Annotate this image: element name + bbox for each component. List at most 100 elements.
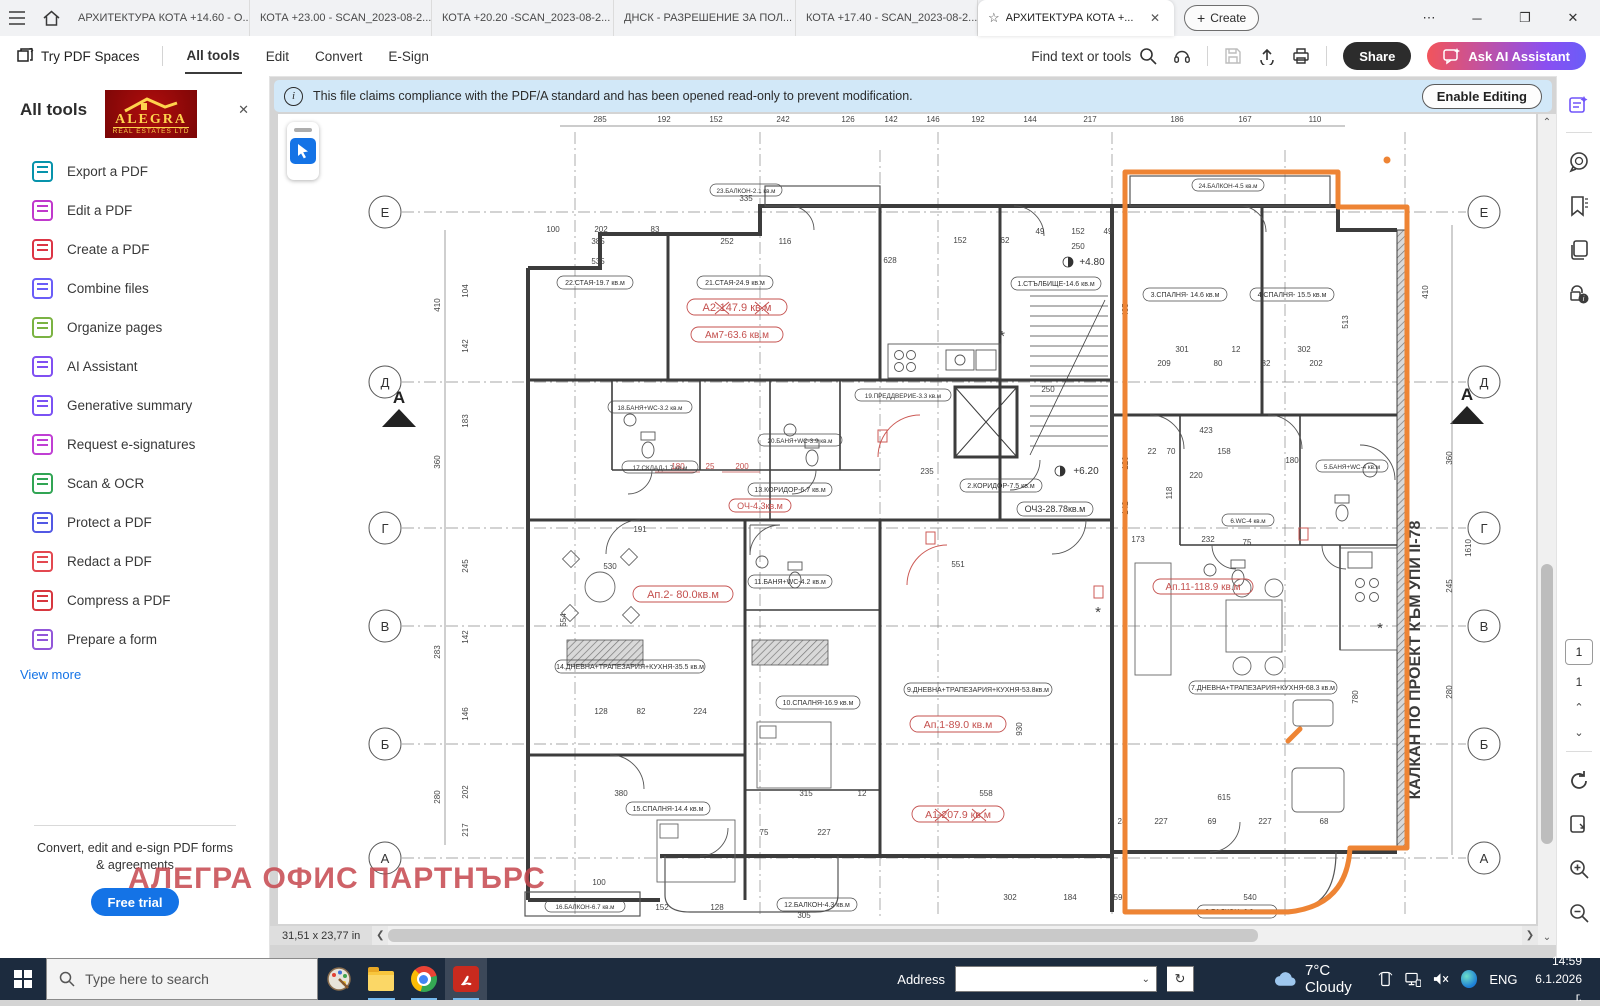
tool-combine-files[interactable]: Combine files — [0, 269, 269, 308]
horizontal-scroll-thumb[interactable] — [388, 929, 1258, 942]
taskbar-acrobat-icon[interactable] — [445, 958, 487, 1000]
tab-document-active[interactable]: ☆ АРХИТЕКТУРА КОТА +... ✕ — [978, 0, 1174, 36]
scroll-right-icon[interactable]: ❯ — [1522, 926, 1538, 945]
address-input[interactable]: ⌄ — [955, 966, 1157, 992]
vertical-scrollbar[interactable]: ⌃ ⌄ — [1538, 114, 1556, 945]
svg-text:423: 423 — [1199, 426, 1213, 435]
taskbar-search-input[interactable]: Type here to search — [46, 958, 318, 1000]
page-number-input[interactable]: 1 — [1565, 639, 1593, 665]
read-aloud-icon[interactable] — [1173, 47, 1191, 65]
pdf-spaces-button[interactable]: Try PDF Spaces — [16, 47, 140, 65]
save-icon[interactable] — [1224, 47, 1242, 65]
taskbar-chrome-icon[interactable] — [403, 958, 445, 1000]
generative-summary-rail-icon[interactable] — [1564, 90, 1594, 120]
tool-scan-ocr[interactable]: Scan & OCR — [0, 464, 269, 503]
scroll-up-icon[interactable]: ⌃ — [1538, 114, 1556, 130]
horizontal-scrollbar[interactable] — [388, 926, 1522, 945]
tool-request-esignatures[interactable]: Request e-signatures — [0, 425, 269, 464]
tool-export-pdf[interactable]: Export a PDF — [0, 152, 269, 191]
drag-handle[interactable] — [294, 128, 312, 132]
nav-convert[interactable]: Convert — [313, 40, 364, 73]
tool-organize-pages[interactable]: Organize pages — [0, 308, 269, 347]
select-tool-button[interactable] — [290, 138, 316, 164]
fit-page-icon[interactable] — [1564, 810, 1594, 840]
chevron-down-icon[interactable]: ⌄ — [1136, 974, 1156, 985]
upload-share-icon[interactable] — [1258, 47, 1276, 65]
next-page-icon[interactable]: ⌄ — [1574, 726, 1583, 739]
scroll-down-icon[interactable]: ⌄ — [1538, 929, 1556, 945]
ask-ai-assistant-button[interactable]: Ask AI Assistant — [1427, 42, 1586, 70]
print-icon[interactable] — [1292, 47, 1310, 65]
zoom-out-icon[interactable] — [1564, 898, 1594, 928]
logo-text: ALEGRA — [115, 113, 187, 126]
create-tab-button[interactable]: + Create — [1184, 5, 1259, 31]
taskbar-clock[interactable]: 14:59 6.1.2026 г. — [1530, 952, 1591, 1006]
close-tab-icon[interactable]: ✕ — [1146, 9, 1164, 27]
enable-editing-button[interactable]: Enable Editing — [1422, 84, 1542, 109]
comments-icon[interactable] — [1564, 147, 1594, 177]
vertical-scroll-thumb[interactable] — [1541, 564, 1553, 844]
share-button[interactable]: Share — [1343, 42, 1411, 70]
search-icon — [59, 971, 75, 987]
ai-assistant-icon — [32, 356, 53, 377]
rotate-page-icon[interactable] — [1564, 766, 1594, 796]
tool-protect-pdf[interactable]: Protect a PDF — [0, 503, 269, 542]
tab-document-3[interactable]: КОТА +20.20 -SCAN_2023-08-2... — [432, 0, 614, 36]
pdf-page-canvas[interactable]: ЕД ГВ БА ЕД ГВ БА А А — [270, 114, 1538, 926]
svg-text:202: 202 — [594, 225, 608, 234]
tool-generative-summary[interactable]: Generative summary — [0, 386, 269, 425]
previous-page-icon[interactable]: ⌃ — [1574, 701, 1583, 714]
hamburger-menu-icon[interactable] — [0, 0, 34, 36]
generative-summary-icon — [32, 395, 53, 416]
nav-esign[interactable]: E-Sign — [386, 40, 431, 73]
close-panel-icon[interactable]: ✕ — [232, 90, 255, 130]
language-indicator[interactable]: ENG — [1489, 972, 1517, 987]
tab-document-5[interactable]: КОТА +17.40 - SCAN_2023-08-2... — [796, 0, 978, 36]
close-window-button[interactable]: ✕ — [1552, 3, 1594, 33]
tab-document-4[interactable]: ДНСК - РАЗРЕШЕНИЕ ЗА ПОЛ... — [614, 0, 796, 36]
tab-document-1[interactable]: АРХИТЕКТУРА КОТА +14.60 - О... — [68, 0, 250, 36]
nav-edit[interactable]: Edit — [264, 40, 291, 73]
svg-text:280: 280 — [433, 790, 442, 804]
svg-text:100: 100 — [592, 878, 606, 887]
zoom-in-icon[interactable] — [1564, 854, 1594, 884]
find-text-button[interactable]: Find text or tools — [1031, 47, 1157, 65]
svg-text:*: * — [1377, 620, 1383, 637]
more-options-icon[interactable]: ⋯ — [1408, 3, 1450, 33]
tool-compress-pdf[interactable]: Compress a PDF — [0, 581, 269, 620]
start-button[interactable] — [0, 958, 46, 1000]
tool-ai-assistant[interactable]: AI Assistant — [0, 347, 269, 386]
divider — [1566, 132, 1592, 133]
tray-network-icon[interactable] — [1405, 972, 1421, 987]
home-icon[interactable] — [34, 0, 68, 36]
view-more-link[interactable]: View more — [0, 659, 269, 682]
taskbar-weather[interactable]: 7°C Cloudy — [1274, 962, 1378, 996]
svg-text:Д: Д — [1480, 375, 1489, 390]
nav-all-tools[interactable]: All tools — [185, 39, 242, 74]
svg-text:21.СТАЯ-24.9 кв.м: 21.СТАЯ-24.9 кв.м — [705, 280, 765, 287]
page-total: 1 — [1576, 675, 1583, 689]
tool-redact-pdf[interactable]: Redact a PDF — [0, 542, 269, 581]
star-icon[interactable]: ☆ — [988, 10, 1000, 26]
taskbar-file-explorer-icon[interactable] — [360, 958, 402, 1000]
tab-document-2[interactable]: КОТА +23.00 - SCAN_2023-08-2... — [250, 0, 432, 36]
address-go-icon[interactable]: ↻ — [1167, 966, 1194, 992]
minimize-button[interactable]: ─ — [1456, 3, 1498, 33]
tool-edit-pdf[interactable]: Edit a PDF — [0, 191, 269, 230]
svg-text:250: 250 — [1041, 385, 1055, 394]
tray-volume-muted-icon[interactable] — [1433, 972, 1449, 986]
restore-button[interactable]: ❐ — [1504, 3, 1546, 33]
svg-text:ОЧ3-28.78кв.м: ОЧ3-28.78кв.м — [1025, 504, 1086, 514]
tray-phone-icon[interactable] — [1378, 971, 1393, 987]
svg-text:12.БАЛКОН-4.3 кв.м: 12.БАЛКОН-4.3 кв.м — [784, 902, 850, 909]
svg-text:17.СКЛАД-1.7 кв.м: 17.СКЛАД-1.7 кв.м — [633, 465, 688, 472]
taskbar-paint-icon[interactable] — [318, 958, 360, 1000]
svg-text:1610: 1610 — [1464, 539, 1473, 557]
page-thumbnails-icon[interactable] — [1564, 235, 1594, 265]
tray-edge-icon[interactable] — [1461, 970, 1478, 988]
bookmarks-icon[interactable] — [1564, 191, 1594, 221]
scroll-left-icon[interactable]: ❮ — [372, 926, 388, 945]
tool-prepare-form[interactable]: Prepare a form — [0, 620, 269, 659]
attachments-info-icon[interactable]: i — [1564, 279, 1594, 309]
tool-create-pdf[interactable]: Create a PDF — [0, 230, 269, 269]
